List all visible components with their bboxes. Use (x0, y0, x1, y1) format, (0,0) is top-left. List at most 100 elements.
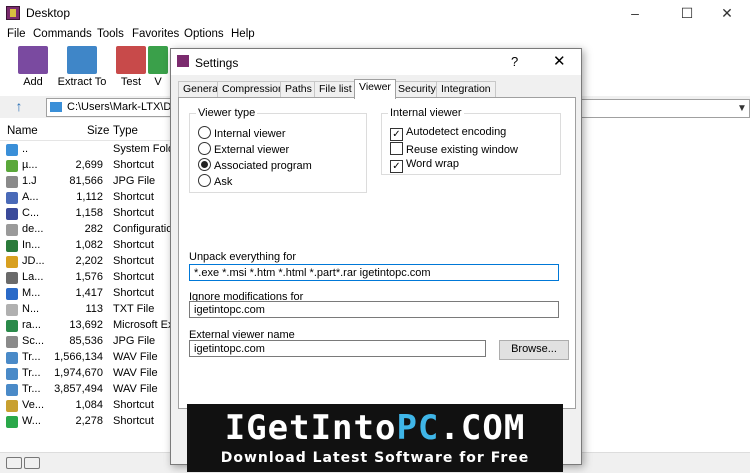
view-button[interactable]: V (146, 46, 170, 88)
file-name: Tr... (22, 367, 41, 379)
menu-bar: File Commands Tools Favorites Options He… (0, 26, 750, 44)
file-type: Shortcut (113, 255, 154, 267)
external-viewer-input[interactable]: igetintopc.com (189, 340, 486, 357)
menu-help[interactable]: Help (231, 28, 255, 40)
file-type: Shortcut (113, 271, 154, 283)
file-row[interactable]: Tr... 3,857,494 WAV File (0, 382, 175, 398)
help-button[interactable]: ? (511, 54, 518, 69)
file-row[interactable]: W... 2,278 Shortcut (0, 414, 175, 430)
file-row[interactable]: ra... 13,692 Microsoft Exc (0, 318, 179, 334)
file-row[interactable]: JD... 2,202 Shortcut (0, 254, 175, 270)
view-label: V (154, 76, 162, 88)
file-row[interactable]: Ve... 1,084 Shortcut (0, 398, 175, 414)
radio-circle-icon (198, 142, 211, 155)
file-size: 1,566,134 (54, 351, 103, 363)
internal-viewer-group: Internal viewer ✓ Autodetect encoding Reu… (381, 107, 561, 175)
add-label: Add (23, 76, 43, 88)
file-list-header: Name Size Type (0, 122, 175, 141)
file-size: 1,082 (75, 239, 103, 251)
radio-ask[interactable]: Ask (198, 174, 232, 188)
check-reuse-existing-window[interactable]: Reuse existing window (390, 142, 518, 156)
check-autodetect-encoding[interactable]: ✓ Autodetect encoding (390, 126, 506, 141)
file-name: JD... (22, 255, 45, 267)
file-size: 1,576 (75, 271, 103, 283)
file-row[interactable]: N... 113 TXT File (0, 302, 175, 318)
file-name: W... (22, 415, 41, 427)
file-type: WAV File (113, 367, 158, 379)
file-row[interactable]: µ... 2,699 Shortcut (0, 158, 175, 174)
file-name: La... (22, 271, 44, 283)
close-icon[interactable]: ✕ (553, 52, 566, 70)
menu-tools[interactable]: Tools (97, 28, 124, 40)
ignore-input[interactable]: igetintopc.com (189, 301, 559, 318)
minimize-button[interactable]: – (612, 0, 658, 26)
file-type: Shortcut (113, 239, 154, 251)
radio-label: Ask (214, 176, 233, 188)
browse-button[interactable]: Browse... (499, 340, 569, 360)
menu-commands[interactable]: Commands (33, 28, 92, 40)
file-size: 2,278 (75, 415, 103, 427)
banner-logo-text: IGetIntoPC.COM (187, 408, 563, 448)
extract-to-button[interactable]: Extract To (57, 46, 107, 88)
file-row[interactable]: Tr... 1,566,134 WAV File (0, 350, 175, 366)
unpack-input[interactable]: *.exe *.msi *.htm *.html *.part*.rar ige… (189, 264, 559, 281)
file-name: Tr... (22, 383, 41, 395)
tab-paths[interactable]: Paths (280, 81, 317, 98)
tab-integration[interactable]: Integration (436, 81, 496, 98)
file-icon (6, 400, 18, 412)
file-row[interactable]: Tr... 1,974,670 WAV File (0, 366, 175, 382)
tab-viewer[interactable]: Viewer (354, 79, 396, 99)
file-row[interactable]: In... 1,082 Shortcut (0, 238, 175, 254)
chevron-down-icon[interactable]: ▼ (737, 103, 747, 114)
file-row[interactable]: de... 282 Configuration (0, 222, 178, 238)
file-icon (6, 144, 18, 156)
file-row[interactable]: .. System Folde (0, 142, 180, 158)
menu-favorites[interactable]: Favorites (132, 28, 179, 40)
file-name: ra... (22, 319, 41, 331)
file-size: 81,566 (69, 175, 103, 187)
file-row[interactable]: M... 1,417 Shortcut (0, 286, 175, 302)
file-size: 13,692 (69, 319, 103, 331)
file-size: 1,112 (76, 191, 103, 203)
menu-options[interactable]: Options (184, 28, 224, 40)
file-icon (6, 240, 18, 252)
file-size: 1,974,670 (54, 367, 103, 379)
radio-selected-icon (198, 158, 211, 171)
file-row[interactable]: La... 1,576 Shortcut (0, 270, 175, 286)
column-name[interactable]: Name (7, 125, 38, 137)
tab-file-list[interactable]: File list (314, 81, 357, 98)
tab-security[interactable]: Security (393, 81, 441, 98)
file-type: Shortcut (113, 207, 154, 219)
desktop-icon (50, 102, 62, 112)
file-row[interactable]: Sc... 85,536 JPG File (0, 334, 175, 350)
file-name: Ve... (22, 399, 45, 411)
radio-associated-program[interactable]: Associated program (198, 158, 312, 172)
up-arrow-icon[interactable]: ↑ (10, 98, 28, 116)
banner-title-a: IGetInto (224, 408, 397, 448)
file-icon (6, 160, 18, 172)
file-icon (6, 336, 18, 348)
menu-file[interactable]: File (7, 28, 26, 40)
radio-external-viewer[interactable]: External viewer (198, 142, 289, 156)
check-word-wrap[interactable]: ✓ Word wrap (390, 158, 459, 173)
checkbox-empty-icon (390, 142, 403, 155)
close-window-button[interactable]: ✕ (704, 0, 750, 26)
file-type: WAV File (113, 351, 158, 363)
radio-internal-viewer[interactable]: Internal viewer (198, 126, 286, 140)
checkbox-label: Autodetect encoding (406, 126, 507, 138)
column-size[interactable]: Size (87, 125, 109, 137)
dialog-title: Settings (195, 56, 239, 70)
file-row[interactable]: A... 1,112 Shortcut (0, 190, 175, 206)
file-type: Shortcut (113, 415, 154, 427)
file-name: C... (22, 207, 40, 219)
file-size: 113 (85, 303, 103, 315)
file-row[interactable]: 1.J 81,566 JPG File (0, 174, 175, 190)
add-button[interactable]: Add (8, 46, 58, 88)
file-row[interactable]: C... 1,158 Shortcut (0, 206, 175, 222)
file-icon (6, 256, 18, 268)
watermark-banner: IGetIntoPC.COM Download Latest Software … (187, 404, 563, 472)
tab-compression[interactable]: Compression (217, 81, 289, 98)
file-icon (6, 368, 18, 380)
checkbox-checked-icon: ✓ (390, 128, 403, 141)
column-type[interactable]: Type (113, 125, 138, 137)
